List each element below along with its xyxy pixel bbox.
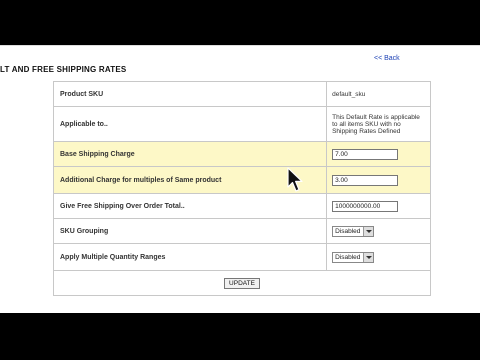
table-row-product-sku: Product SKU default_sku: [52, 81, 431, 107]
table-row-quantity-ranges: Apply Multiple Quantity Ranges Disabled: [52, 243, 431, 271]
row-label: SKU Grouping: [52, 218, 328, 244]
sku-grouping-select[interactable]: Disabled: [332, 225, 375, 237]
free-shipping-total-input[interactable]: 1000000000.00: [332, 200, 399, 212]
row-label: Give Free Shipping Over Order Total..: [52, 193, 328, 219]
table-row-update: UPDATE: [53, 270, 431, 296]
row-label: Product SKU: [52, 81, 328, 107]
shipping-rates-table: Product SKU default_sku Applicable to.. …: [52, 81, 431, 296]
back-link[interactable]: << Back: [374, 55, 400, 62]
row-label: Additional Charge for multiples of Same …: [52, 166, 328, 194]
screen: LT AND FREE SHIPPING RATES << Back Produ…: [0, 45, 480, 313]
page-title: LT AND FREE SHIPPING RATES: [0, 65, 127, 74]
chevron-down-icon: [363, 226, 374, 236]
selected-option: Disabled: [335, 227, 361, 235]
row-label: Apply Multiple Quantity Ranges: [52, 243, 328, 271]
arrow-pointer-icon: [287, 167, 303, 192]
selected-option: Disabled: [335, 253, 361, 261]
row-label: Base Shipping Charge: [52, 141, 328, 167]
table-row-free-shipping: Give Free Shipping Over Order Total.. 10…: [52, 193, 431, 219]
product-sku-value: default_sku: [326, 81, 431, 107]
row-label: Applicable to..: [52, 106, 328, 142]
table-row-sku-grouping: SKU Grouping Disabled: [52, 218, 431, 244]
update-button[interactable]: UPDATE: [224, 277, 260, 289]
divider: [0, 45, 480, 46]
table-row-additional-charge: Additional Charge for multiples of Same …: [52, 166, 431, 194]
chevron-down-icon: [363, 252, 374, 262]
quantity-ranges-select[interactable]: Disabled: [332, 251, 375, 263]
table-row-applicable-to: Applicable to.. This Default Rate is app…: [52, 106, 431, 142]
applicable-to-note: This Default Rate is applicable to all i…: [326, 106, 431, 142]
base-shipping-charge-input[interactable]: 7.00: [332, 148, 399, 160]
additional-charge-input[interactable]: 3.00: [332, 174, 399, 186]
table-row-base-shipping: Base Shipping Charge 7.00: [52, 141, 431, 167]
